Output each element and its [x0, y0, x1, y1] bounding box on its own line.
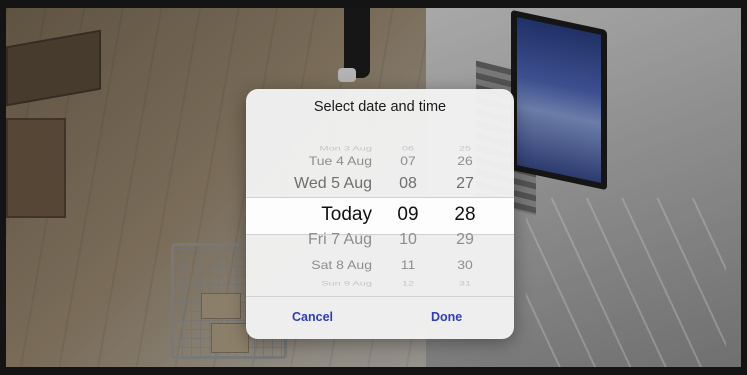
picker-day: Mon 3 Aug — [319, 145, 372, 153]
picker-hour: 12 — [401, 280, 415, 288]
date-time-picker[interactable]: Mon 3 Aug 06 25 Tue 4 Aug 07 26 Wed 5 Aug 08 27 T… — [246, 89, 514, 299]
picker-day: Wed 5 Aug — [294, 175, 372, 193]
picker-row[interactable]: Sun 9 Aug 12 31 — [246, 281, 514, 294]
picker-row-selected[interactable]: Today 09 28 — [246, 204, 514, 228]
picker-row[interactable]: Tue 4 Aug 07 26 — [246, 153, 514, 173]
picker-hour: 11 — [400, 257, 416, 271]
picker-day: Tue 4 Aug — [308, 153, 372, 167]
picker-minute: 28 — [454, 203, 476, 225]
picker-hour: 10 — [399, 231, 417, 249]
picker-row[interactable]: Sat 8 Aug 11 30 — [246, 257, 514, 277]
picker-hour: 08 — [399, 175, 417, 193]
picker-day: Sat 8 Aug — [311, 257, 372, 271]
cancel-button[interactable]: Cancel — [292, 310, 333, 324]
picker-minute: 29 — [456, 231, 474, 249]
picker-minute: 31 — [458, 280, 472, 288]
picker-minute: 26 — [457, 153, 473, 167]
done-button[interactable]: Done — [431, 310, 462, 324]
picker-minute: 30 — [457, 257, 473, 271]
picker-day: Fri 7 Aug — [307, 231, 372, 249]
date-time-dialog: Select date and time Mon 3 Aug 06 25 Tue 4 … — [246, 89, 514, 339]
picker-row[interactable]: Fri 7 Aug 10 29 — [246, 231, 514, 255]
picker-day: Sun 9 Aug — [321, 280, 372, 288]
picker-hour: 06 — [401, 145, 415, 153]
picker-day: Today — [321, 203, 372, 225]
dialog-divider — [246, 296, 514, 297]
picker-minute: 25 — [458, 145, 472, 153]
picker-hour: 09 — [397, 203, 419, 225]
picker-minute: 27 — [456, 175, 474, 193]
picker-hour: 07 — [400, 153, 416, 167]
picker-row[interactable]: Wed 5 Aug 08 27 — [246, 175, 514, 199]
